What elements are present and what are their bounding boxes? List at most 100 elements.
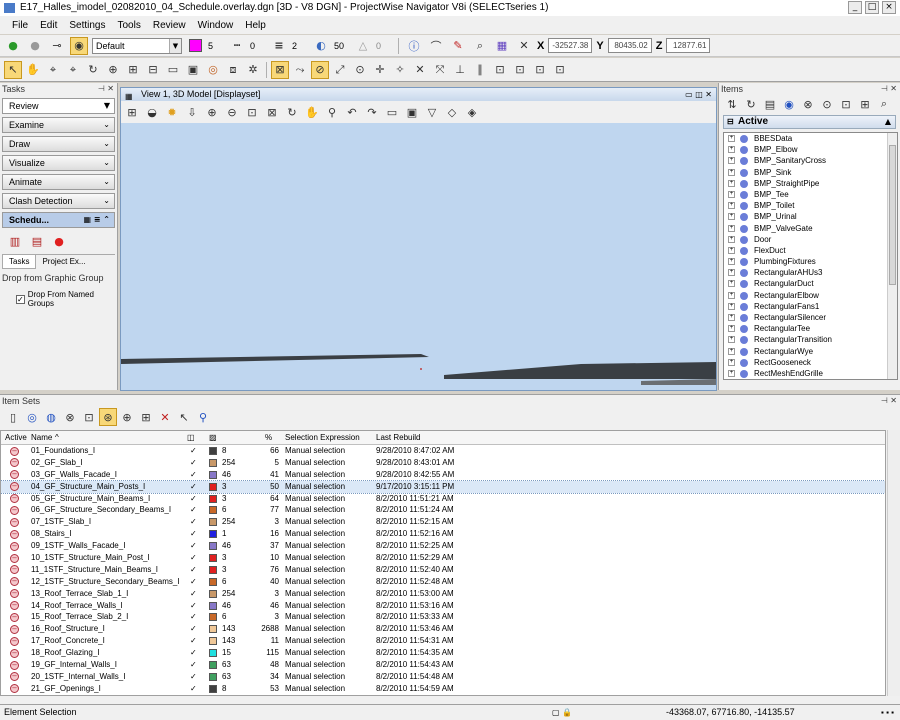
origin-snap-icon[interactable]: ✛ [371, 61, 389, 79]
pin-icon[interactable]: ⊣ ✕ [881, 395, 897, 407]
check-icon[interactable]: ✓ [190, 576, 197, 588]
expand-icon[interactable]: + [728, 325, 735, 333]
line-style-icon[interactable]: ┅ [228, 37, 246, 55]
active-toggle-icon[interactable]: − [10, 505, 19, 515]
check-icon[interactable]: ✓ [190, 671, 197, 683]
menu-review[interactable]: Review [153, 20, 186, 31]
drop-checkbox[interactable]: ✓ [16, 294, 25, 304]
table-row[interactable]: − 20_1STF_Internal_Walls_I ✓ 63 34 Manual sel… [1, 671, 885, 683]
priority-icon[interactable]: △ [354, 37, 372, 55]
view-next-icon[interactable]: ↷ [363, 103, 381, 121]
tree-item[interactable]: + PlumbingFixtures [724, 256, 897, 267]
task-examine[interactable]: Examine ⌄ [2, 117, 115, 133]
delete-icon[interactable]: ✕ [156, 408, 174, 426]
clip-volume-icon[interactable]: ▽ [423, 103, 441, 121]
tree-item[interactable]: + BMP_Urinal [724, 211, 897, 222]
copy-view-icon[interactable]: ▭ [383, 103, 401, 121]
menu-edit[interactable]: Edit [40, 20, 57, 31]
table-row[interactable]: − 08_Stairs_I ✓ 1 16 Manual selection 8/2/2010… [1, 528, 885, 540]
info-icon[interactable]: ⓘ [405, 37, 423, 55]
through-point-icon[interactable]: ⊡ [491, 61, 509, 79]
active-toggle-icon[interactable]: − [10, 494, 19, 504]
snap-settings-icon[interactable]: ⊡ [551, 61, 569, 79]
keypoint-snap-icon[interactable]: ⤳ [291, 61, 309, 79]
items-tree[interactable]: + BBESData + BMP_Elbow + BMP_SanitaryCross + BM… [723, 132, 898, 380]
expand-icon[interactable]: + [728, 179, 735, 187]
line-weight-icon[interactable]: ≡ [270, 37, 288, 55]
task-clash-detection[interactable]: Clash Detection ⌄ [2, 193, 115, 209]
tree-item[interactable]: + BMP_StraightPipe [724, 178, 897, 189]
check-icon[interactable]: ✓ [190, 659, 197, 671]
active-toggle-icon[interactable]: − [10, 517, 19, 527]
check-icon[interactable]: ✓ [190, 564, 197, 576]
active-toggle-icon[interactable]: − [10, 529, 19, 539]
tree-item[interactable]: + RectangularDuct [724, 278, 897, 289]
isolate-icon[interactable]: ◉ [780, 95, 798, 113]
tree-item[interactable]: + FlexDuct [724, 245, 897, 256]
new-set-icon[interactable]: ▯ [4, 408, 22, 426]
expand-icon[interactable]: + [728, 168, 735, 176]
check-icon[interactable]: ✓ [190, 540, 197, 552]
select-similar-icon[interactable]: ⌖ [64, 61, 82, 79]
z-coord-field[interactable]: 12877.61 [666, 38, 711, 53]
active-toggle-icon[interactable]: − [10, 684, 19, 694]
table-row[interactable]: − 01_Foundations_I ✓ 8 66 Manual selection 9/2… [1, 445, 885, 457]
close-button[interactable]: × [882, 1, 896, 14]
expand-icon[interactable]: + [728, 235, 735, 243]
rotate-view-icon[interactable]: ↻ [283, 103, 301, 121]
check-icon[interactable]: ✓ [190, 588, 197, 600]
fit-view-icon[interactable]: ⊞ [124, 61, 142, 79]
check-icon[interactable]: ✓ [190, 552, 197, 564]
filter-icon[interactable]: ⇅ [723, 95, 741, 113]
cube-icon[interactable]: ◈ [463, 103, 481, 121]
zoom-icon[interactable]: ⊕ [104, 61, 122, 79]
active-toggle-icon[interactable]: − [10, 672, 19, 682]
active-toggle-icon[interactable]: − [10, 660, 19, 670]
y-coord-field[interactable]: 80435.02 [607, 38, 652, 53]
midpoint-snap-icon[interactable]: ⊘ [311, 60, 329, 79]
color-swatch[interactable] [186, 37, 204, 55]
fit-view-icon[interactable]: ⊠ [263, 103, 281, 121]
check-icon[interactable]: ✓ [190, 623, 197, 635]
view-attributes-icon[interactable]: ⊞ [123, 103, 141, 121]
priority-number[interactable]: 0 [376, 41, 392, 51]
tree-item[interactable]: + RectangularSilencer [724, 312, 897, 323]
x-coord-field[interactable]: -32527.38 [548, 38, 593, 53]
tree-item[interactable]: + BMP_Elbow [724, 144, 897, 155]
render-icon[interactable]: ▣ [184, 61, 202, 79]
select-by-icon[interactable]: ⌖ [44, 61, 62, 79]
col-display-icon[interactable]: ◫ [187, 431, 195, 445]
col-last-rebuild[interactable]: Last Rebuild [376, 431, 420, 445]
table-row[interactable]: − 10_1STF_Structure_Main_Post_I ✓ 3 10 Manual… [1, 552, 885, 564]
refresh-icon[interactable]: ↻ [742, 95, 760, 113]
zoom-in-icon[interactable]: ⊕ [203, 103, 221, 121]
expand-icon[interactable]: + [728, 347, 735, 355]
show-icon[interactable]: ⊙ [818, 95, 836, 113]
table-row[interactable]: − 02_GF_Slab_I ✓ 254 5 Manual selection 9/28/2… [1, 457, 885, 469]
table-row[interactable]: − 07_1STF_Slab_I ✓ 254 3 Manual selection 8/2/… [1, 516, 885, 528]
tab-project-explorer[interactable]: Project Ex... [36, 255, 91, 269]
table-row[interactable]: − 19_GF_Internal_Walls_I ✓ 63 48 Manual selec… [1, 659, 885, 671]
tree-item[interactable]: + BMP_ValveGate [724, 223, 897, 234]
check-icon[interactable]: ✓ [190, 493, 197, 505]
lighting-icon[interactable]: ✹ [163, 103, 181, 121]
task-draw[interactable]: Draw ⌄ [2, 136, 115, 152]
model-canvas[interactable] [121, 123, 716, 390]
grid-scrollbar[interactable] [887, 430, 900, 696]
menu-settings[interactable]: Settings [69, 20, 105, 31]
point-on-icon[interactable]: ⊡ [511, 61, 529, 79]
task-visualize[interactable]: Visualize ⌄ [2, 155, 115, 171]
camera-icon[interactable]: ▣ [403, 103, 421, 121]
expand-icon[interactable]: + [728, 213, 735, 221]
tree-item[interactable]: + RectMeshEndGrille [724, 368, 897, 379]
element-selection-icon[interactable]: ↖ [4, 60, 22, 79]
active-toggle-icon[interactable]: − [10, 601, 19, 611]
active-toggle-icon[interactable]: − [10, 589, 19, 599]
task-schedule[interactable]: Schedu... ▦ ≡ ⌃ [2, 212, 115, 228]
col-name[interactable]: Name [31, 431, 52, 445]
active-toggle-icon[interactable]: − [10, 553, 19, 563]
clip-volume-icon[interactable]: ⧈ [224, 61, 242, 79]
active-toggle-icon[interactable]: − [10, 577, 19, 587]
bisector-snap-icon[interactable]: ✧ [391, 61, 409, 79]
check-icon[interactable]: ✓ [190, 504, 197, 516]
